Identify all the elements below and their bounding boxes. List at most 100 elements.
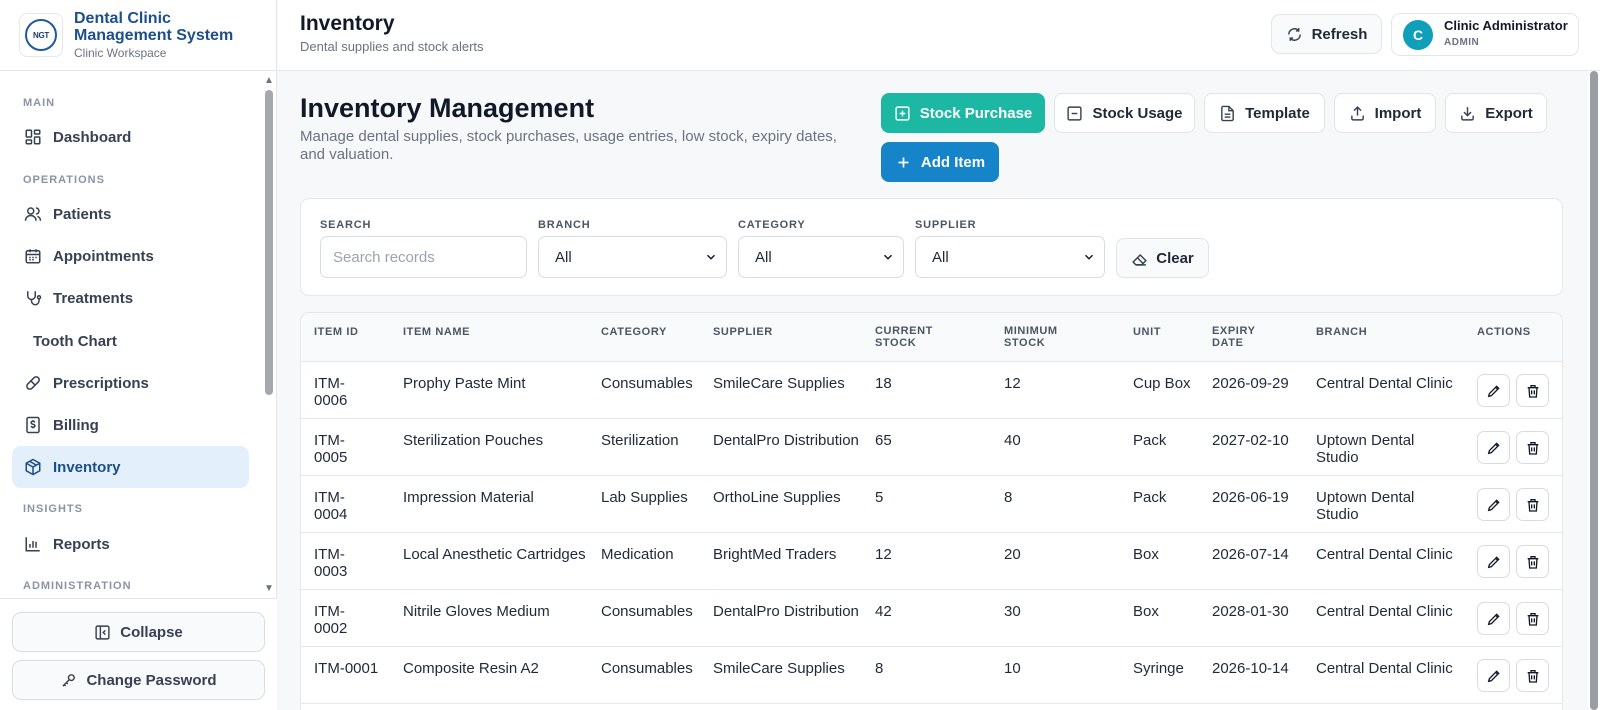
users-icon (24, 207, 42, 221)
scroll-down-arrow-icon[interactable]: ▼ (264, 583, 274, 594)
cell-expiry-date: 2026-10-14 (1212, 660, 1289, 677)
sidebar-item-appointments[interactable]: Appointments (12, 235, 249, 277)
cell-item-name: Impression Material (403, 489, 534, 506)
change-password-button[interactable]: Change Password (12, 660, 265, 700)
cell-expiry-date: 2027-02-10 (1212, 432, 1289, 449)
eraser-icon (1132, 253, 1148, 266)
edit-button[interactable] (1477, 659, 1510, 692)
delete-button[interactable] (1516, 602, 1549, 635)
import-button[interactable]: Import (1334, 93, 1436, 133)
scroll-up-arrow-icon[interactable]: ▲ (264, 75, 274, 86)
sidebar-scrollbar[interactable]: ▲ ▼ (262, 71, 277, 598)
category-select[interactable]: All (738, 236, 904, 278)
cell-item-name: Local Anesthetic Cartridges (403, 546, 586, 563)
table-row[interactable]: ITM-0005 Sterilization Pouches Steriliza… (301, 419, 1562, 476)
key-icon (62, 673, 76, 687)
cell-category: Lab Supplies (601, 489, 688, 506)
sidebar-item-dashboard[interactable]: Dashboard (12, 116, 249, 158)
download-icon (1461, 106, 1475, 121)
cell-item-name: Sterilization Pouches (403, 432, 544, 449)
stock-purchase-button[interactable]: Stock Purchase (881, 93, 1045, 133)
sidebar-item-prescriptions[interactable]: Prescriptions (12, 362, 249, 404)
page-scroll-thumb[interactable] (1590, 71, 1598, 710)
add-item-button[interactable]: Add Item (881, 142, 999, 182)
edit-button[interactable] (1477, 431, 1510, 464)
cell-supplier: DentalPro Distribution (713, 603, 859, 620)
cell-item-name: Composite Resin A2 (403, 660, 539, 677)
cell-unit: Box (1133, 603, 1159, 620)
refresh-button[interactable]: Refresh (1271, 14, 1382, 54)
supplier-value: All (932, 248, 949, 266)
table-row[interactable]: ITM-0001 Composite Resin A2 Consumables … (301, 647, 1562, 704)
edit-button[interactable] (1477, 374, 1510, 407)
pencil-icon (1487, 498, 1500, 511)
cell-branch: Uptown Dental Studio (1316, 432, 1415, 466)
edit-button[interactable] (1477, 545, 1510, 578)
export-button[interactable]: Export (1445, 93, 1547, 133)
cell-current-stock: 65 (875, 432, 892, 449)
clinic-logo[interactable]: NGT (19, 13, 63, 57)
delete-button[interactable] (1516, 374, 1549, 407)
supplier-select[interactable]: All (915, 236, 1105, 278)
delete-button[interactable] (1516, 545, 1549, 578)
sidebar-item-inventory[interactable]: Inventory (12, 446, 249, 488)
delete-button[interactable] (1516, 431, 1549, 464)
sidebar-item-reports[interactable]: Reports (12, 523, 249, 565)
file-text-icon (1221, 105, 1234, 121)
filter-panel: SEARCH Search records BRANCH All CATEGOR… (300, 198, 1563, 296)
edit-button[interactable] (1477, 488, 1510, 521)
table-row[interactable]: ITM-0006 Prophy Paste Mint Consumables S… (301, 362, 1562, 419)
search-input[interactable]: Search records (320, 236, 527, 278)
chevron-down-icon (1084, 254, 1094, 260)
sidebar-item-label: Reports (53, 535, 110, 553)
cell-category: Medication (601, 546, 674, 563)
table-row[interactable]: ITM-0004 Impression Material Lab Supplie… (301, 476, 1562, 533)
sidebar-footer: Collapse Change Password (0, 598, 277, 710)
branch-select[interactable]: All (538, 236, 727, 278)
col-item-id[interactable]: ITEM ID (314, 326, 359, 338)
col-minimum-stock[interactable]: MINIMUM STOCK (1004, 325, 1084, 349)
sidebar-item-treatments[interactable]: Treatments (12, 277, 249, 319)
cell-unit: Pack (1133, 432, 1167, 449)
sidebar-item-patients[interactable]: Patients (12, 193, 249, 235)
sidebar-nav: MAIN Dashboard OPERATIONS Patients Appoi… (0, 71, 262, 598)
cell-item-id: ITM-0004 (314, 489, 348, 523)
table-row[interactable]: ITM-0003 Local Anesthetic Cartridges Med… (301, 533, 1562, 590)
delete-button[interactable] (1516, 659, 1549, 692)
clear-filters-button[interactable]: Clear (1116, 238, 1209, 278)
app-title: Dental Clinic Management System (74, 10, 234, 44)
chevron-down-icon (883, 254, 893, 260)
export-label: Export (1485, 104, 1533, 122)
cell-current-stock: 42 (875, 603, 892, 620)
cell-category: Sterilization (601, 432, 679, 449)
col-branch[interactable]: BRANCH (1316, 326, 1367, 338)
table-row[interactable]: ITM-0002 Nitrile Gloves Medium Consumabl… (301, 590, 1562, 647)
sidebar-scroll-thumb[interactable] (265, 90, 273, 395)
cell-expiry-date: 2026-07-14 (1212, 546, 1289, 563)
user-menu[interactable]: C Clinic Administrator ADMIN (1391, 13, 1579, 56)
sidebar-item-billing[interactable]: Billing (12, 404, 249, 446)
cell-item-id: ITM-0001 (314, 660, 379, 677)
delete-button[interactable] (1516, 488, 1549, 521)
col-item-name[interactable]: ITEM NAME (403, 326, 470, 338)
stock-purchase-label: Stock Purchase (919, 104, 1033, 122)
cell-expiry-date: 2028-01-30 (1212, 603, 1289, 620)
cell-current-stock: 5 (875, 489, 884, 506)
sidebar-item-label: Prescriptions (53, 374, 149, 392)
calendar-icon (25, 249, 41, 264)
col-supplier[interactable]: SUPPLIER (713, 326, 773, 338)
col-unit[interactable]: UNIT (1133, 326, 1161, 338)
col-current-stock[interactable]: CURRENT STOCK (875, 325, 955, 349)
stock-usage-button[interactable]: Stock Usage (1054, 93, 1195, 133)
sidebar-item-tooth-chart[interactable]: Tooth Chart (12, 320, 249, 362)
pill-icon (26, 376, 40, 390)
template-button[interactable]: Template (1204, 93, 1325, 133)
col-expiry-date[interactable]: EXPIRY DATE (1212, 325, 1272, 349)
trash-icon (1527, 498, 1538, 512)
cell-item-id: ITM-0005 (314, 432, 348, 466)
col-category[interactable]: CATEGORY (601, 326, 667, 338)
collapse-button[interactable]: Collapse (12, 612, 265, 652)
page-scrollbar[interactable] (1588, 71, 1600, 710)
stethoscope-icon (27, 291, 42, 306)
edit-button[interactable] (1477, 602, 1510, 635)
